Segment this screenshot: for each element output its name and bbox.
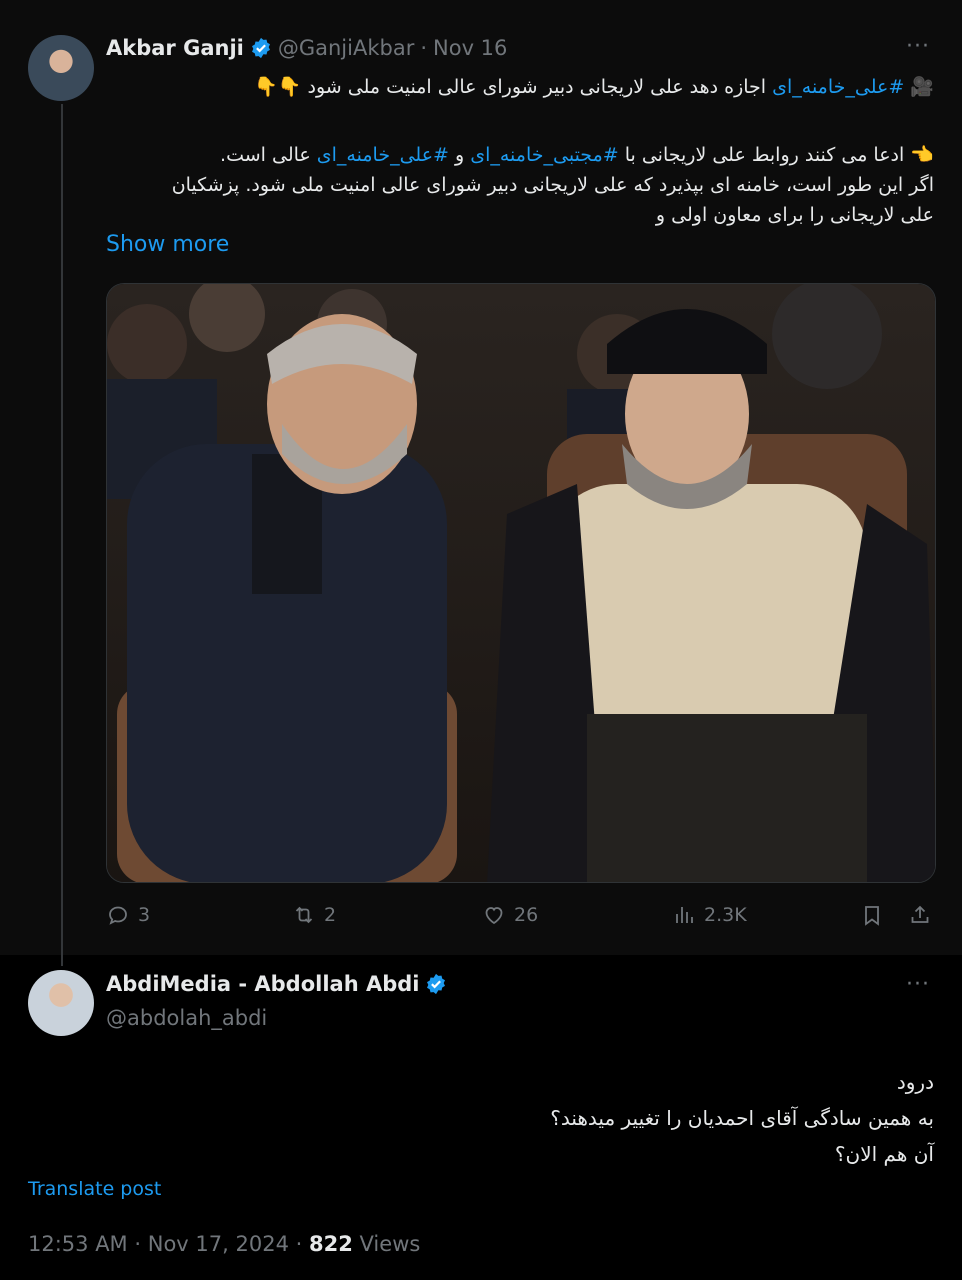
- thread-line: [61, 104, 63, 966]
- verified-badge-icon: [427, 973, 446, 995]
- views-count: 2.3K: [704, 904, 747, 926]
- author-avatar[interactable]: [28, 35, 94, 101]
- tweet-photo[interactable]: [106, 283, 936, 883]
- post-meta: 12:53 AM · Nov 17, 2024 · 822 Views: [28, 1232, 421, 1256]
- bookmark-button[interactable]: [860, 903, 892, 927]
- repost-icon: [295, 906, 313, 924]
- pointing-left-emoji: 👈: [910, 144, 934, 166]
- reply-text: درود به همین سادگی آقای احمدیان را تغییر…: [550, 1064, 934, 1172]
- like-button[interactable]: 26: [482, 903, 538, 927]
- bookmark-icon: [865, 906, 879, 926]
- photo-illustration: [107, 284, 935, 882]
- quoted-tweet[interactable]: Akbar Ganji @GanjiAkbar · Nov 16 ··· 🎥 #…: [0, 0, 962, 966]
- show-more-link[interactable]: Show more: [106, 232, 229, 257]
- hashtag-link[interactable]: #علی_خامنه_ای: [772, 76, 904, 98]
- reply-button[interactable]: 3: [106, 903, 150, 927]
- tweet-paragraph-3: اگر این طور است، خامنه ای بپذیرد که علی …: [171, 174, 934, 226]
- more-icon[interactable]: ···: [906, 972, 930, 997]
- separator: ·: [420, 36, 428, 60]
- views-label: Views: [359, 1232, 421, 1256]
- post-date[interactable]: Nov 17, 2024: [148, 1232, 289, 1256]
- reply-icon: [109, 906, 127, 925]
- hashtag-link[interactable]: #علی_خامنه_ای: [317, 144, 449, 166]
- like-count: 26: [514, 904, 539, 926]
- reply-line-3: آن هم الان؟: [834, 1142, 934, 1166]
- share-button[interactable]: [908, 903, 940, 927]
- tweet-paragraph-2: 👈 ادعا می کنند روابط علی لاریجانی با #مج…: [220, 144, 934, 166]
- reply-author-avatar[interactable]: [28, 970, 94, 1036]
- camera-emoji: 🎥: [910, 76, 934, 98]
- author-handle[interactable]: @GanjiAkbar: [278, 36, 414, 60]
- verified-badge-icon: [251, 37, 270, 59]
- author-name[interactable]: Akbar Ganji: [106, 36, 244, 60]
- hashtag-link[interactable]: #مجتبی_خامنه_ای: [470, 144, 618, 166]
- more-icon[interactable]: ···: [906, 34, 930, 59]
- views-number: 822: [309, 1232, 353, 1256]
- repost-button[interactable]: 2: [292, 903, 336, 927]
- pointing-down-emoji: 👇👇: [254, 76, 302, 98]
- tweet-header: Akbar Ganji @GanjiAkbar · Nov 16: [106, 36, 507, 60]
- reply-line-2: به همین سادگی آقای احمدیان را تغییر میده…: [550, 1106, 934, 1130]
- reply-count: 3: [138, 904, 151, 926]
- share-icon: [911, 905, 929, 923]
- views-button[interactable]: 2.3K: [672, 903, 747, 927]
- reply-line-1: درود: [896, 1070, 934, 1094]
- tweet-line-1: 🎥 #علی_خامنه_ای اجازه دهد علی لاریجانی د…: [254, 76, 934, 98]
- reply-author-handle[interactable]: @abdolah_abdi: [106, 1006, 267, 1030]
- translate-post-link[interactable]: Translate post: [28, 1178, 161, 1200]
- reply-author-name[interactable]: AbdiMedia - Abdollah Abdi: [106, 972, 419, 996]
- like-icon: [485, 907, 503, 925]
- tweet-date[interactable]: Nov 16: [433, 36, 507, 60]
- views-icon: [676, 907, 693, 923]
- post-time[interactable]: 12:53 AM: [28, 1232, 128, 1256]
- tweet-actions: 3 2 26 2.3K: [106, 903, 936, 935]
- repost-count: 2: [324, 904, 337, 926]
- reply-header: AbdiMedia - Abdollah Abdi: [106, 972, 453, 996]
